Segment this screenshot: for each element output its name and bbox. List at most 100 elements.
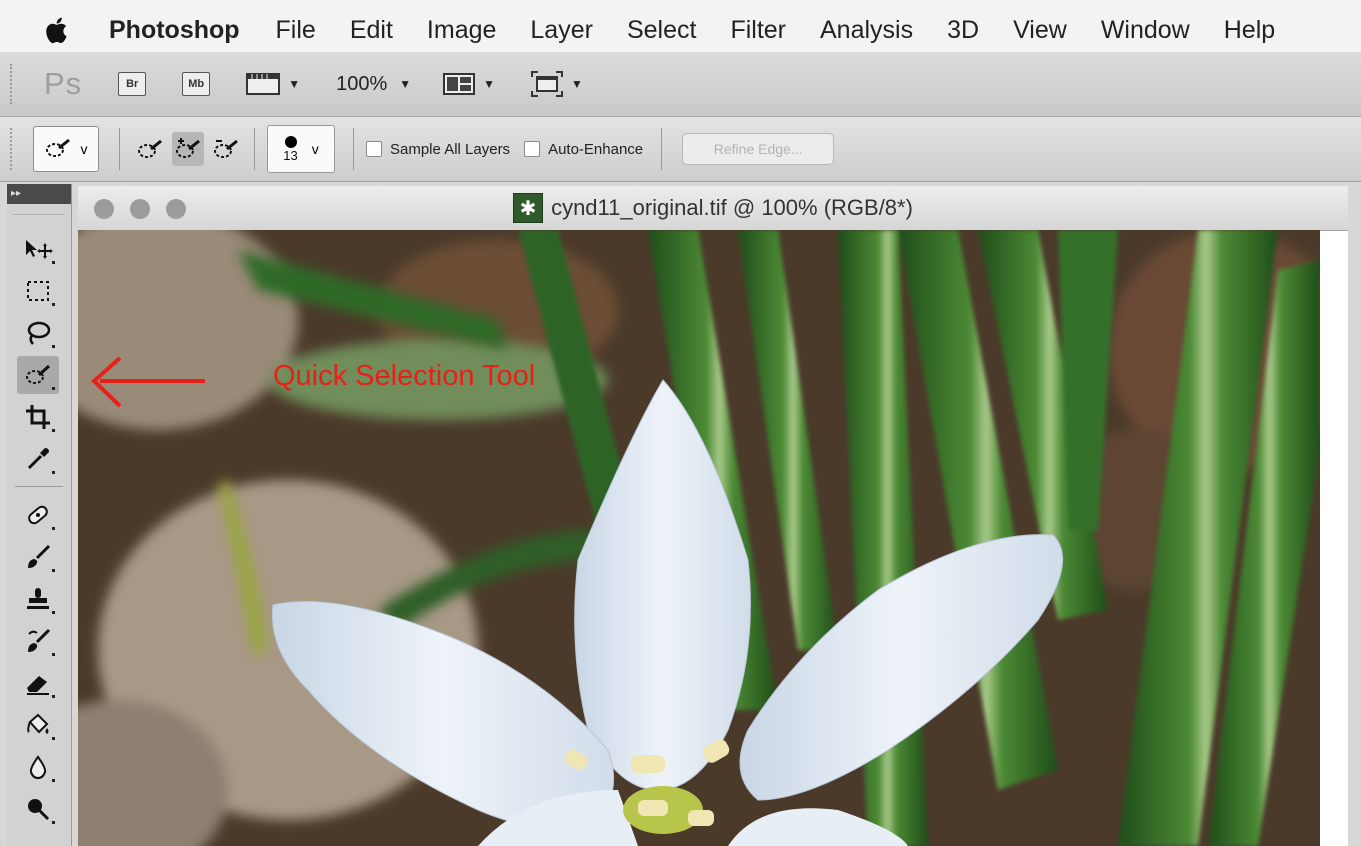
minimize-window-button[interactable]	[130, 199, 150, 219]
sample-all-layers-label: Sample All Layers	[390, 140, 511, 158]
window-controls	[94, 199, 186, 219]
arrange-documents-button[interactable]: ▼	[443, 72, 495, 96]
add-to-selection-icon	[176, 138, 200, 158]
menu-select[interactable]: Select	[627, 16, 696, 45]
menu-view[interactable]: View	[1013, 16, 1067, 45]
divider	[119, 128, 120, 170]
panel-grip[interactable]	[10, 128, 17, 170]
new-selection-icon	[138, 139, 162, 158]
flower-photo	[78, 230, 1320, 846]
menu-help[interactable]: Help	[1224, 16, 1275, 45]
document-title-bar[interactable]: ✱ cynd11_original.tif @ 100% (RGB/8*)	[78, 186, 1348, 231]
history-brush-button[interactable]	[17, 622, 59, 660]
move-tool-icon	[26, 240, 53, 259]
menu-file[interactable]: File	[276, 16, 316, 45]
new-selection-button[interactable]	[134, 132, 166, 166]
move-tool-button[interactable]	[17, 230, 59, 268]
application-bar: Ps Br Mb ▼ 100% ▼ ▼ ▼	[0, 52, 1361, 117]
eraser-icon	[27, 676, 49, 695]
panel-grip[interactable]	[13, 204, 65, 215]
brush-tool-icon	[28, 544, 51, 568]
tools-panel: ▸▸	[7, 184, 72, 846]
quick-selection-tool-icon	[26, 364, 51, 384]
view-extras-button[interactable]: ▼	[246, 72, 300, 96]
divider	[661, 128, 663, 170]
bridge-icon: Br	[118, 72, 147, 96]
quick-selection-tool-button[interactable]	[17, 356, 59, 394]
clone-stamp-icon	[27, 588, 49, 609]
document-thumbnail-icon: ✱	[513, 193, 544, 223]
menu-layer[interactable]: Layer	[530, 16, 593, 45]
menu-analysis[interactable]: Analysis	[820, 16, 913, 45]
annotation-label: Quick Selection Tool	[273, 360, 536, 392]
dodge-tool-button[interactable]	[17, 790, 59, 828]
view-extras-icon	[246, 73, 281, 95]
mini-bridge-icon: Mb	[182, 72, 211, 96]
paint-bucket-button[interactable]	[17, 706, 59, 744]
add-to-selection-button[interactable]	[172, 132, 204, 166]
selection-mode-group	[134, 132, 242, 166]
menu-bar: Photoshop File Edit Image Layer Select F…	[0, 0, 1361, 60]
lasso-tool-icon	[27, 321, 51, 345]
zoom-window-button[interactable]	[166, 199, 186, 219]
subtract-from-selection-button[interactable]	[210, 132, 242, 166]
marquee-tool-button[interactable]	[17, 272, 59, 310]
brush-tool-button[interactable]	[17, 538, 59, 576]
arrange-documents-icon	[443, 73, 476, 95]
refine-edge-button[interactable]: Refine Edge...	[682, 133, 835, 165]
divider	[15, 486, 63, 487]
chevron-down-icon: ▼	[399, 77, 412, 91]
clone-stamp-button[interactable]	[17, 580, 59, 618]
menu-filter[interactable]: Filter	[730, 16, 786, 45]
chevron-down-icon: v	[80, 141, 88, 157]
sample-all-layers-checkbox[interactable]: Sample All Layers	[366, 141, 510, 158]
tool-preset-picker[interactable]: v	[33, 126, 99, 172]
screen-mode-button[interactable]: ▼	[531, 71, 583, 97]
menu-photoshop[interactable]: Photoshop	[109, 16, 240, 45]
checkbox-box[interactable]	[524, 141, 541, 157]
paint-bucket-icon	[27, 713, 49, 734]
chevron-down-icon: ▼	[571, 77, 583, 91]
lasso-tool-button[interactable]	[17, 314, 59, 352]
menu-image[interactable]: Image	[427, 16, 496, 45]
chevron-down-icon: ▼	[483, 77, 496, 91]
chevron-down-icon: v	[311, 141, 319, 157]
image-canvas[interactable]: Quick Selection Tool	[78, 230, 1320, 846]
panel-grip[interactable]	[10, 64, 17, 104]
launch-mini-bridge-button[interactable]: Mb	[182, 72, 211, 96]
quick-selection-icon	[45, 138, 70, 157]
menu-3d[interactable]: 3D	[947, 16, 979, 45]
blur-tool-button[interactable]	[17, 748, 59, 786]
document-title: cynd11_original.tif @ 100% (RGB/8*)	[551, 195, 913, 220]
subtract-from-selection-icon	[214, 139, 238, 158]
divider	[353, 128, 354, 170]
eyedropper-tool-icon	[27, 448, 49, 470]
eraser-tool-button[interactable]	[17, 664, 59, 702]
crop-tool-icon	[26, 405, 50, 429]
brush-picker[interactable]: 13 v	[267, 125, 335, 173]
menu-edit[interactable]: Edit	[350, 16, 393, 45]
divider	[254, 128, 255, 170]
close-window-button[interactable]	[94, 199, 114, 219]
healing-brush-icon	[28, 505, 48, 525]
dodge-tool-icon	[28, 799, 50, 821]
menu-window[interactable]: Window	[1101, 16, 1190, 45]
auto-enhance-checkbox[interactable]: Auto-Enhance	[524, 141, 643, 158]
crop-tool-button[interactable]	[17, 398, 59, 436]
zoom-level-select[interactable]: 100% ▼	[336, 73, 411, 96]
checkbox-box[interactable]	[366, 141, 382, 157]
launch-bridge-button[interactable]: Br	[118, 72, 147, 96]
zoom-level-value: 100%	[336, 72, 388, 95]
history-brush-icon	[28, 628, 51, 652]
eyedropper-tool-button[interactable]	[17, 440, 59, 478]
panel-collapse-icon[interactable]: ▸▸	[7, 184, 71, 204]
options-bar: v 13 v Sample All Layers Auto-Enhance Re…	[0, 117, 1361, 182]
marquee-tool-icon	[27, 281, 49, 301]
screen-mode-icon	[531, 71, 564, 97]
apple-icon[interactable]	[45, 15, 71, 45]
healing-brush-button[interactable]	[17, 496, 59, 534]
auto-enhance-label: Auto-Enhance	[548, 140, 644, 158]
chevron-down-icon: ▼	[288, 77, 301, 91]
brush-size-value: 13	[283, 147, 298, 163]
brush-tip-icon	[284, 135, 297, 148]
